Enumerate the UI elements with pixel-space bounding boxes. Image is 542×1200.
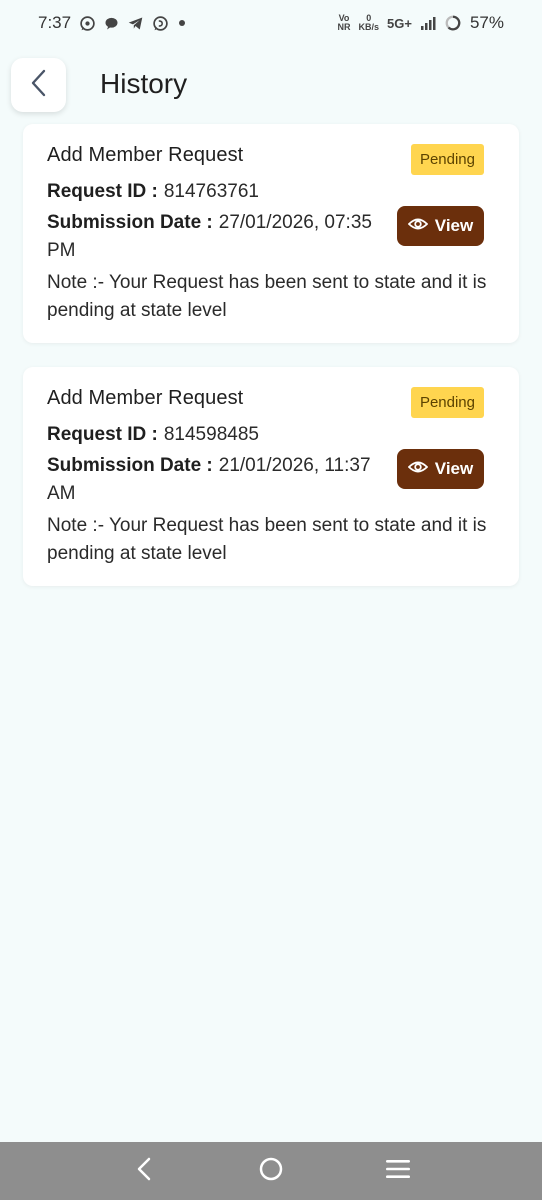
system-nav-bar [0, 1142, 542, 1200]
status-bar: 7:37 Vo NR 0 KB/s 5G+ 57% [0, 0, 542, 46]
status-time: 7:37 [38, 13, 72, 32]
status-badge: Pending [410, 387, 484, 418]
request-id-row: Request ID :814598485 [47, 424, 495, 446]
nav-home-button[interactable] [251, 1151, 291, 1191]
submission-date-row: Submission Date :21/01/2026, 11:37 AM Vi… [47, 449, 495, 508]
submission-date-label: Submission Date : [47, 455, 213, 476]
submission-date-row: Submission Date :27/01/2026, 07:35 PM Vi… [47, 206, 495, 265]
nav-menu-icon [385, 1158, 411, 1185]
volte-indicator: Vo NR [338, 14, 351, 32]
request-card: Add Member Request Pending Request ID :8… [23, 367, 519, 586]
network-type: 5G+ [387, 15, 412, 31]
view-button-label: View [434, 459, 474, 478]
nav-back-button[interactable] [124, 1151, 164, 1191]
status-left: 7:37 [38, 13, 187, 33]
app-header: History [0, 58, 542, 114]
battery-percentage: 57% [469, 13, 504, 32]
eye-icon [407, 455, 429, 483]
request-card: Add Member Request Pending Request ID :8… [23, 124, 519, 343]
data-speed-indicator: 0 KB/s [359, 14, 380, 32]
request-id-label: Request ID : [47, 181, 158, 202]
nav-back-icon [135, 1157, 153, 1186]
nav-home-icon [258, 1156, 284, 1187]
back-button[interactable] [11, 58, 66, 112]
volte-bottom: NR [337, 22, 351, 32]
request-id-value: 814598485 [163, 424, 259, 445]
data-speed-unit: KB/s [358, 22, 380, 32]
request-note: Note :- Your Request has been sent to st… [47, 515, 487, 564]
request-id-value: 814763761 [163, 181, 259, 202]
signal-icon [420, 15, 436, 31]
request-id-label: Request ID : [47, 424, 158, 445]
nav-recents-button[interactable] [378, 1151, 418, 1191]
status-badge: Pending [410, 144, 484, 175]
chevron-left-icon [28, 68, 50, 103]
chat-bubble-icon [104, 16, 119, 31]
battery-ring-icon [444, 14, 462, 32]
request-id-row: Request ID :814763761 [47, 181, 495, 203]
whatsapp-icon [79, 15, 96, 32]
notification-dot-icon [177, 18, 187, 28]
whatsapp-business-icon [152, 15, 169, 32]
view-button[interactable]: View [397, 449, 484, 489]
view-button[interactable]: View [397, 206, 484, 246]
request-note: Note :- Your Request has been sent to st… [47, 272, 487, 321]
view-button-label: View [434, 216, 474, 235]
page-title: History [100, 68, 188, 99]
eye-icon [407, 212, 429, 240]
submission-date-label: Submission Date : [47, 212, 213, 233]
telegram-icon [127, 15, 144, 32]
status-right: Vo NR 0 KB/s 5G+ 57% [338, 13, 504, 33]
